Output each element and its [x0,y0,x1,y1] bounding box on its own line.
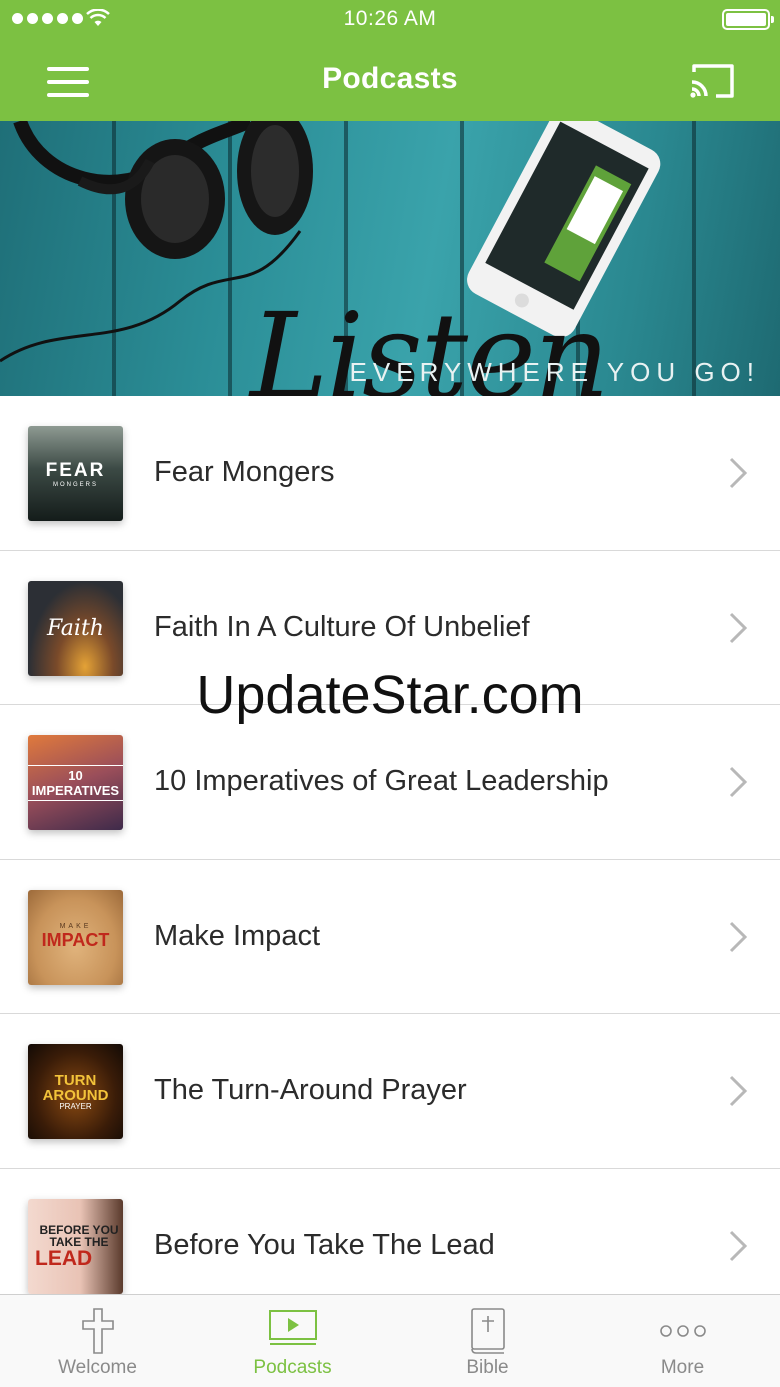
list-item-faith-in-a-culture[interactable]: Faith Faith In A Culture Of Unbelief [0,550,780,705]
tab-label: Bible [466,1357,509,1378]
podcast-title: The Turn-Around Prayer [154,1074,467,1106]
list-item-before-you-take-the-lead[interactable]: BEFORE YOU TAKE THE LEAD Before You Take… [0,1168,780,1294]
artwork-title: IMPACT [41,930,110,950]
list-item-turn-around-prayer[interactable]: TURN AROUND PRAYER The Turn-Around Praye… [0,1014,780,1169]
artwork-subtitle: PRAYER [59,1101,92,1111]
artwork-title: LEAD [35,1246,93,1270]
bible-icon [470,1308,505,1354]
artwork-title: FEAR [45,459,106,481]
podcast-artwork: Faith [28,580,123,676]
podcast-artwork: TURN AROUND PRAYER [28,1044,123,1139]
tab-welcome[interactable]: Welcome [0,1295,195,1387]
hero-tagline: EVERYWHERE YOU GO! [349,357,760,387]
hero-banner: Listen EVERYWHERE YOU GO! [0,121,780,396]
tab-bible[interactable]: Bible [390,1295,585,1387]
podcast-title: Faith In A Culture Of Unbelief [154,610,530,643]
battery-icon [722,9,774,30]
podcast-title: Before You Take The Lead [154,1228,495,1261]
artwork-title: 10 IMPERATIVES [28,764,123,801]
tab-bar: Welcome Podcasts Bible More [0,1294,780,1387]
artwork-subtitle: MONGERS [52,481,98,488]
status-time: 10:26 AM [343,7,437,30]
podcast-title: 10 Imperatives of Great Leadership [154,765,609,797]
podcast-artwork: BEFORE YOU TAKE THE LEAD [28,1198,123,1294]
cast-icon[interactable] [688,60,736,100]
tab-label: More [660,1357,705,1378]
artwork-subtitle: MAKE [59,923,92,930]
tab-label: Welcome [58,1357,137,1378]
artwork-subtitle: BEFORE YOU TAKE THE [39,1222,119,1249]
status-bar: 10:26 AM [0,0,780,40]
chevron-right-icon [729,612,748,643]
podcast-artwork: FEAR MONGERS [28,426,123,521]
list-item-fear-mongers[interactable]: FEAR MONGERS Fear Mongers [0,396,780,551]
page-title: Podcasts [322,62,458,95]
top-bar: 10:26 AM Podcasts [0,0,780,121]
more-dots-icon [659,1325,706,1337]
chevron-right-icon [729,457,748,489]
list-item-make-impact[interactable]: MAKE IMPACT Make Impact [0,859,780,1014]
tab-label: Podcasts [253,1357,332,1378]
podcast-artwork: MAKE IMPACT [28,889,123,985]
tab-more[interactable]: More [585,1295,780,1387]
chevron-right-icon [729,921,748,952]
video-play-icon [268,1310,317,1345]
list-item-10-imperatives[interactable]: 10 IMPERATIVES 10 Imperatives of Great L… [0,705,780,860]
podcast-artwork: 10 IMPERATIVES [28,735,123,830]
artwork-title: Faith [47,615,104,641]
podcast-list: FEAR MONGERS Fear Mongers Faith Faith In… [0,396,780,1294]
tab-podcasts[interactable]: Podcasts [195,1295,390,1387]
podcast-title: Fear Mongers [154,456,335,488]
chevron-right-icon [729,766,748,798]
artwork-title: TURN AROUND [42,1071,109,1104]
podcast-title: Make Impact [154,919,320,952]
chevron-right-icon [729,1230,748,1261]
chevron-right-icon [729,1075,748,1107]
navigation-bar: Podcasts [0,40,780,121]
cross-icon [81,1308,114,1354]
